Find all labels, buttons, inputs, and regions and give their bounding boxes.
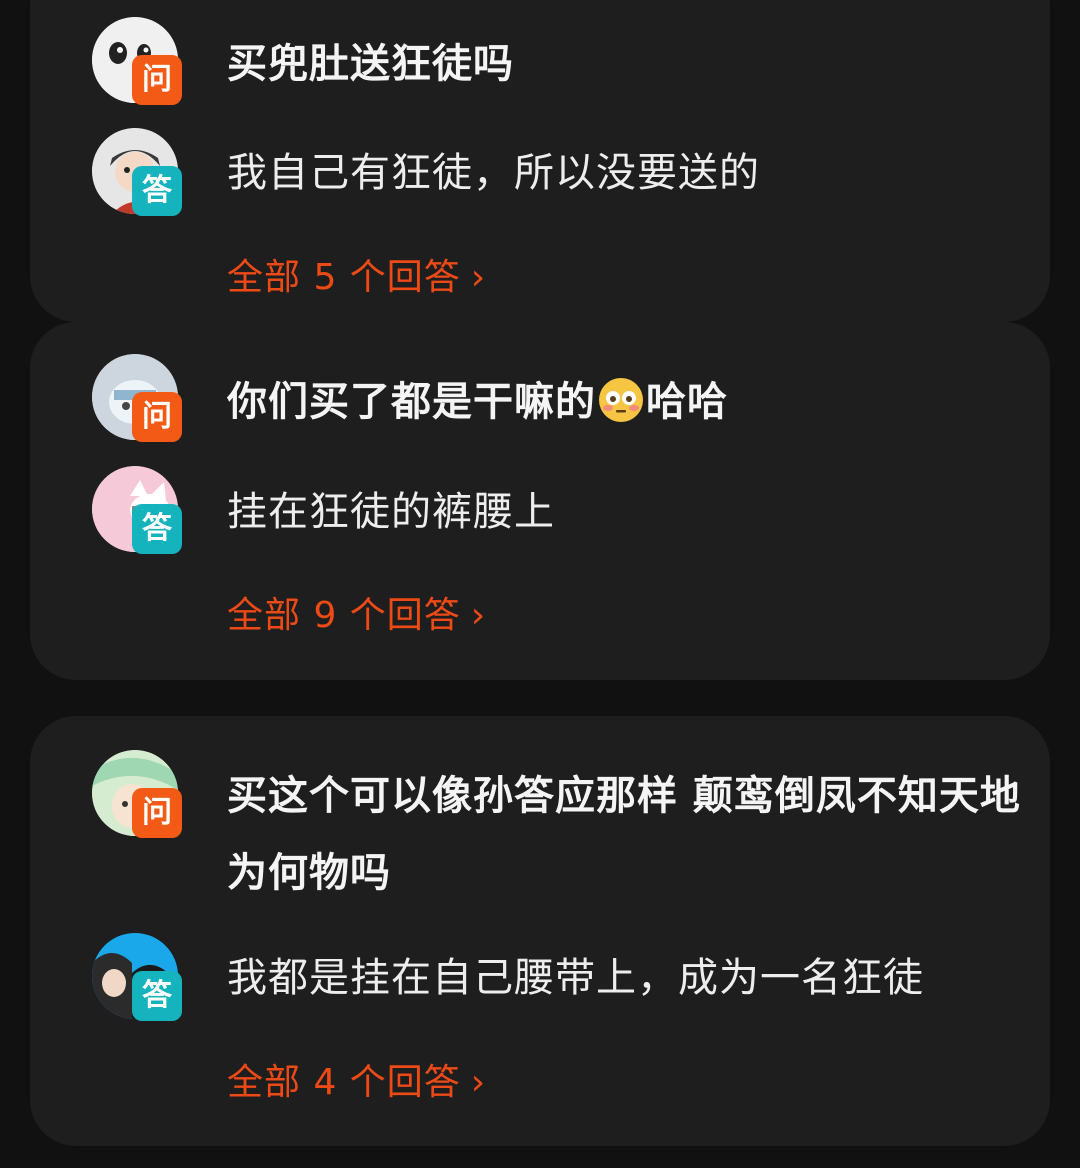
answerer-avatar[interactable]: 答 bbox=[92, 128, 182, 216]
question-badge: 问 bbox=[132, 55, 182, 105]
question-badge: 问 bbox=[132, 392, 182, 442]
qa-card[interactable]: 问 买这个可以像孙答应那样 颠鸾倒凤不知天地为何物吗 答 我都是挂在自己腰带上，… bbox=[30, 716, 1050, 1146]
question-text[interactable]: 买兜肚送狂徒吗 bbox=[227, 26, 1047, 103]
all-answers-link[interactable]: 全部 9 个回答 › bbox=[227, 591, 486, 641]
answerer-avatar[interactable]: 答 bbox=[92, 466, 182, 554]
chevron-right-icon: › bbox=[470, 257, 487, 298]
all-answers-link[interactable]: 全部 5 个回答 › bbox=[227, 253, 486, 303]
question-text[interactable]: 买这个可以像孙答应那样 颠鸾倒凤不知天地为何物吗 bbox=[227, 758, 1047, 912]
answer-text[interactable]: 我都是挂在自己腰带上，成为一名狂徒 bbox=[227, 948, 1047, 1008]
answer-badge: 答 bbox=[132, 166, 182, 216]
chevron-right-icon: › bbox=[470, 595, 487, 636]
asker-avatar[interactable]: 问 bbox=[92, 354, 182, 442]
all-answers-link[interactable]: 全部 4 个回答 › bbox=[227, 1058, 486, 1108]
question-text-part: 你们买了都是干嘛的 bbox=[227, 379, 596, 425]
answer-badge: 答 bbox=[132, 504, 182, 554]
chevron-right-icon: › bbox=[470, 1062, 487, 1103]
asker-avatar[interactable]: 问 bbox=[92, 17, 182, 105]
qa-card[interactable]: 问 你们买了都是干嘛的 哈哈 答 挂在狂徒的裤腰上 全部 9 个回答 › bbox=[30, 322, 1050, 680]
answer-text[interactable]: 挂在狂徒的裤腰上 bbox=[227, 482, 1047, 542]
answer-text[interactable]: 我自己有狂徒，所以没要送的 bbox=[227, 143, 1047, 203]
answerer-avatar[interactable]: 答 bbox=[92, 933, 182, 1021]
answer-badge: 答 bbox=[132, 971, 182, 1021]
all-answers-label: 全部 4 个回答 bbox=[227, 1062, 461, 1103]
asker-avatar[interactable]: 问 bbox=[92, 750, 182, 838]
all-answers-label: 全部 5 个回答 bbox=[227, 257, 461, 298]
all-answers-label: 全部 9 个回答 bbox=[227, 595, 461, 636]
qa-card[interactable]: 问 买兜肚送狂徒吗 答 我自己有狂徒，所以没要送的 全部 5 个回答 › bbox=[30, 0, 1050, 322]
question-badge: 问 bbox=[132, 788, 182, 838]
flushed-face-emoji bbox=[599, 378, 643, 422]
question-text[interactable]: 你们买了都是干嘛的 哈哈 bbox=[227, 364, 1047, 441]
question-text-part: 哈哈 bbox=[646, 379, 728, 425]
